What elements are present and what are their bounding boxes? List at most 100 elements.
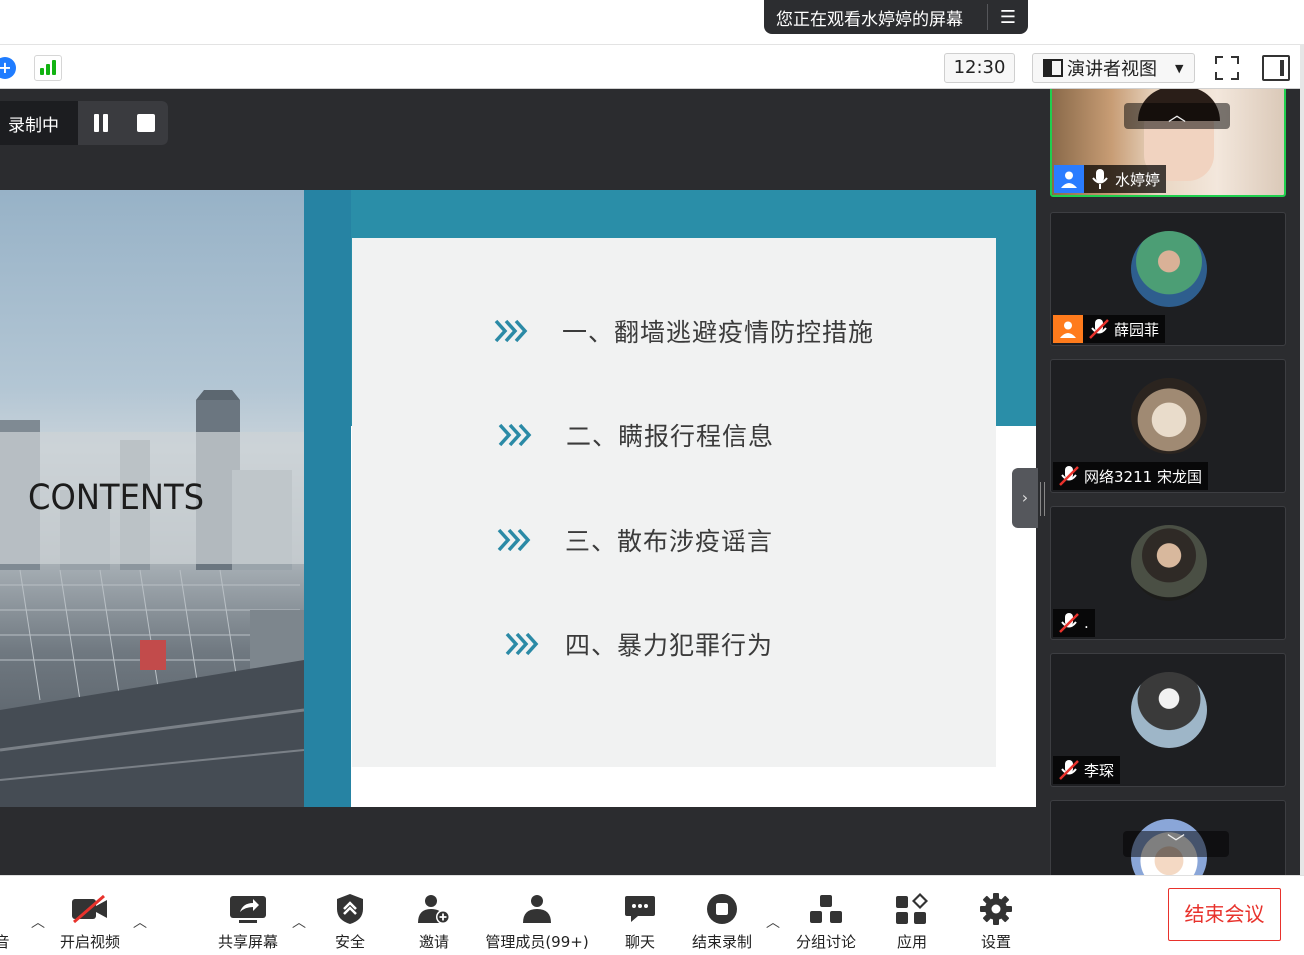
gear-icon [979, 893, 1013, 925]
chevron-up-icon[interactable]: ︿ [766, 912, 780, 932]
viewing-share-pill[interactable]: 您正在观看水婷婷的屏幕 ☰ [764, 0, 1028, 34]
pause-icon[interactable] [92, 114, 110, 132]
contents-item-1: 一、翻墙逃避疫情防控措施 [562, 318, 875, 347]
list-item: 四、暴力犯罪行为 [505, 626, 773, 662]
security-button[interactable]: 安全 [330, 876, 370, 955]
members-icon [520, 894, 554, 924]
signal-icon[interactable] [34, 55, 62, 81]
slide-title: CONTENTS [28, 478, 205, 518]
meeting-toolbar: + 12:30 演讲者视图 ▼ [0, 44, 1304, 89]
end-recording-button[interactable]: 结束录制 [686, 876, 758, 955]
side-panel-icon[interactable] [1262, 55, 1290, 81]
contents-item-3: 三、散布涉疫谣言 [565, 527, 774, 556]
avatar [1131, 378, 1207, 454]
manage-members-button[interactable]: 管理成员(99+) [482, 876, 592, 955]
invite-user-icon [417, 894, 451, 924]
avatar [1131, 525, 1207, 601]
participant-name-bar: 网络3211 宋龙国 [1053, 462, 1208, 490]
participant-tile[interactable]: 薛园菲 [1050, 212, 1286, 346]
viewing-text: 您正在观看水婷婷的屏幕 [776, 9, 963, 30]
scroll-up-button[interactable]: ︿ [1124, 103, 1230, 129]
contents-item-2: 二、瞒报行程信息 [566, 422, 775, 451]
triple-chevron-icon [498, 423, 532, 447]
recording-controls [78, 101, 168, 145]
participant-name-bar: 水婷婷 [1054, 165, 1167, 193]
shared-slide: CONTENTS 一、翻墙逃避疫情防控措施 二、瞒报行程信息 三、散布涉疫谣言 … [0, 190, 1036, 807]
recording-indicator: 录制中 [0, 101, 168, 145]
triple-chevron-icon [497, 528, 531, 552]
end-meeting-button[interactable]: 结束会议 [1168, 888, 1281, 941]
meeting-clock: 12:30 [944, 53, 1015, 83]
person-icon [1054, 165, 1084, 193]
participant-name: . [1084, 614, 1089, 632]
participant-name: 网络3211 宋龙国 [1084, 467, 1202, 486]
slide-blue-strip [304, 190, 351, 807]
fullscreen-icon[interactable] [1212, 53, 1242, 83]
chat-label: 聊天 [624, 933, 655, 951]
scroll-down-button[interactable]: ﹀ [1123, 831, 1229, 857]
chevron-up-icon[interactable]: ︿ [133, 912, 147, 932]
mic-icon [1092, 169, 1108, 189]
participant-tile[interactable]: 网络3211 宋龙国 [1050, 359, 1286, 493]
speaker-view-icon [1043, 59, 1063, 77]
apps-button[interactable]: 应用 [892, 876, 932, 955]
mic-muted-icon [1059, 466, 1079, 486]
participant-tile-video[interactable]: ︿ 水婷婷 [1050, 89, 1286, 197]
breakout-label: 分组讨论 [795, 933, 856, 951]
chevron-down-icon: ﹀ [1167, 833, 1185, 854]
chevron-up-icon[interactable]: ︿ [292, 912, 306, 932]
mic-muted-icon [1089, 319, 1109, 339]
shield-icon[interactable]: + [0, 57, 16, 79]
person-icon [1053, 315, 1083, 343]
video-label: 开启视频 [59, 933, 120, 951]
apps-label: 应用 [896, 933, 927, 951]
participant-tile[interactable]: . [1050, 506, 1286, 640]
view-mode-select[interactable]: 演讲者视图 ▼ [1032, 53, 1195, 83]
share-screen-button[interactable]: 共享屏幕 [212, 876, 284, 955]
share-label: 共享屏幕 [217, 933, 278, 951]
list-menu-icon[interactable]: ☰ [988, 7, 1028, 28]
recording-label: 录制中 [8, 115, 59, 136]
apps-grid-icon [895, 893, 929, 924]
video-off-icon [70, 894, 110, 924]
participant-panel: ︿ 水婷婷 薛园菲 网络3211 宋龙国 . 李琛 ﹀ [1046, 89, 1304, 875]
security-label: 安全 [334, 933, 365, 951]
list-item: 三、散布涉疫谣言 [497, 522, 773, 558]
triple-chevron-icon [505, 632, 539, 656]
audio-label: 音 [0, 933, 10, 951]
audio-button[interactable]: 音 [0, 876, 22, 955]
stop-record-icon [706, 894, 738, 924]
settings-button[interactable]: 设置 [976, 876, 1016, 955]
participant-name-bar: . [1053, 609, 1095, 637]
breakout-rooms-button[interactable]: 分组讨论 [790, 876, 862, 955]
participant-name-bar: 薛园菲 [1053, 315, 1166, 343]
participant-tile[interactable]: 李琛 [1050, 653, 1286, 787]
start-video-button[interactable]: 开启视频 [52, 876, 128, 955]
triple-chevron-icon [494, 319, 528, 343]
window-top-strip [0, 0, 1304, 44]
meeting-controls-bar: 音 ︿ 开启视频 ︿ 共享屏幕 ︿ 安全 邀请 管理成员(99+) 聊天 结束录… [0, 875, 1304, 955]
mic-muted-icon [1059, 760, 1079, 780]
contents-item-4: 四、暴力犯罪行为 [565, 631, 774, 660]
chat-button[interactable]: 聊天 [620, 876, 660, 955]
participant-tile[interactable]: ﹀ [1050, 800, 1286, 875]
settings-label: 设置 [980, 933, 1011, 951]
chevron-up-icon[interactable]: ︿ [31, 912, 45, 932]
chat-bubble-icon [624, 894, 656, 924]
invite-button[interactable]: 邀请 [414, 876, 454, 955]
list-item: 一、翻墙逃避疫情防控措施 [494, 313, 874, 349]
stop-icon[interactable] [136, 114, 155, 132]
view-mode-label: 演讲者视图 [1067, 59, 1157, 80]
participant-name: 水婷婷 [1115, 170, 1161, 189]
chevron-up-icon: ︿ [1168, 105, 1186, 126]
panel-resize-grip[interactable] [1040, 482, 1045, 516]
avatar [1131, 231, 1207, 307]
collapse-panel-button[interactable]: › [1012, 468, 1038, 528]
participant-name: 薛园菲 [1114, 320, 1160, 339]
mic-muted-icon [1059, 613, 1079, 633]
window-edge [1300, 44, 1304, 955]
participant-name-bar: 李琛 [1053, 756, 1121, 784]
participant-name: 李琛 [1084, 761, 1115, 780]
members-label: 管理成员(99+) [485, 933, 589, 951]
end-record-label: 结束录制 [691, 933, 752, 951]
